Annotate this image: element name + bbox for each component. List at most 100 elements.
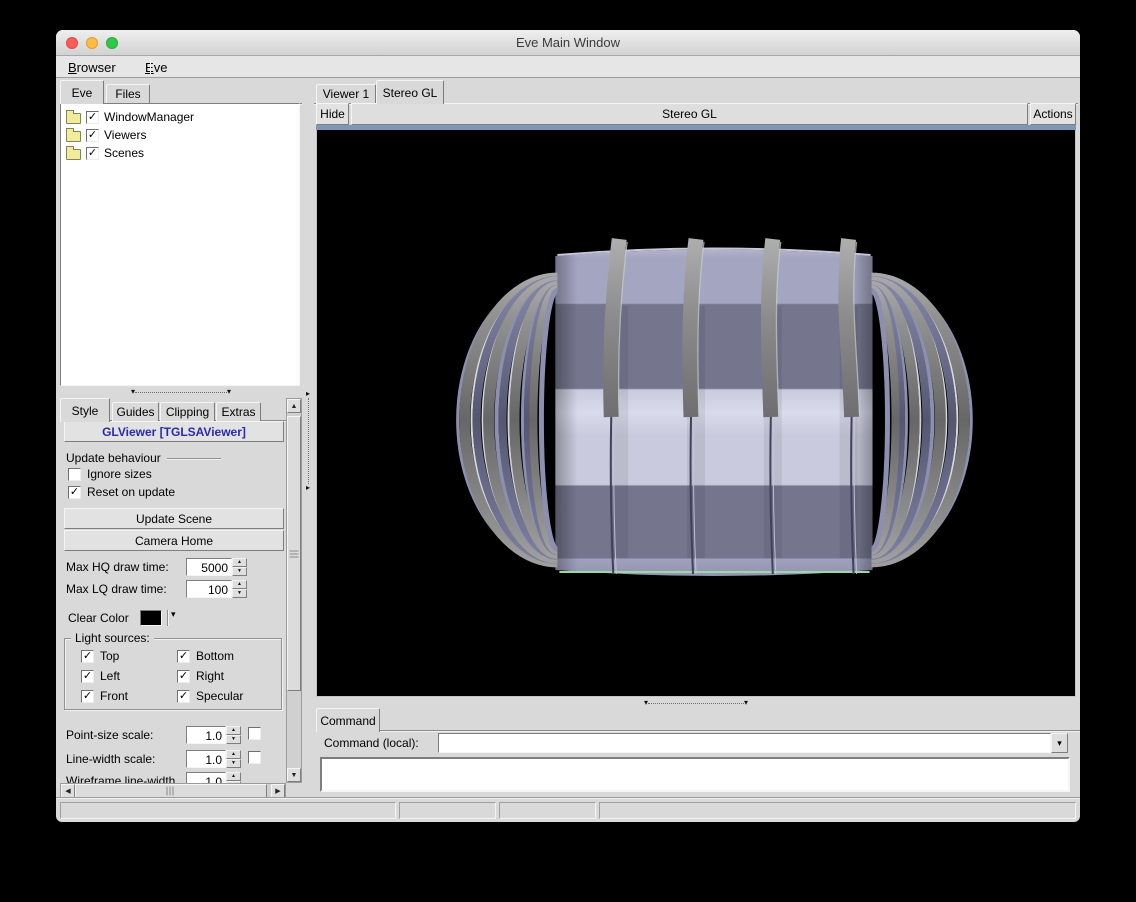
folder-icon — [66, 149, 81, 160]
color-dropdown-icon[interactable]: ▾ — [171, 609, 176, 620]
line-width-field[interactable]: 1.0 — [186, 750, 226, 768]
light-right-row: ✓ Right — [177, 669, 224, 683]
splitter-down-icon: ▾ — [227, 388, 231, 396]
light-sources-group: Light sources: ✓ Top ✓ Bottom ✓ Left ✓ R… — [64, 638, 282, 710]
light-bottom-label: Bottom — [196, 649, 234, 663]
scroll-left-icon[interactable]: ◀ — [61, 784, 75, 798]
spin-up-icon[interactable]: ▲ — [232, 558, 247, 567]
light-front-row: ✓ Front — [81, 689, 128, 703]
title-bar[interactable]: Eve Main Window — [56, 30, 1080, 56]
wireframe-label-row: Wireframe line-width — [66, 774, 175, 783]
spin-down-icon[interactable]: ▼ — [226, 759, 241, 768]
ignore-sizes-checkbox[interactable] — [68, 468, 81, 481]
scroll-down-icon[interactable]: ▼ — [287, 768, 301, 782]
scrollbar-thumb[interactable] — [75, 784, 267, 798]
splitter-dots — [308, 398, 309, 484]
line-width-label: Line-width scale: — [66, 752, 155, 766]
max-hq-label: Max HQ draw time: — [66, 560, 169, 574]
spin-down-icon[interactable]: ▼ — [232, 567, 247, 576]
tab-viewer1-label: Viewer 1 — [323, 87, 369, 101]
scrollbar-thumb[interactable] — [287, 416, 301, 691]
tab-files[interactable]: Files — [106, 84, 150, 103]
update-scene-label: Update Scene — [136, 512, 212, 526]
update-scene-button[interactable]: Update Scene — [64, 508, 284, 529]
spin-up-icon[interactable]: ▲ — [226, 772, 241, 781]
sidebar-viewer-splitter[interactable]: ▸ ▸ — [302, 386, 314, 496]
hide-button[interactable]: Hide — [316, 103, 349, 125]
spin-up-icon[interactable]: ▲ — [226, 726, 241, 735]
status-bar — [56, 797, 1080, 822]
tab-extras[interactable]: Extras — [216, 402, 261, 421]
reset-on-update-checkbox[interactable]: ✓ — [68, 486, 81, 499]
tab-guides[interactable]: Guides — [112, 402, 159, 421]
tab-clipping[interactable]: Clipping — [160, 402, 215, 421]
command-label-row: Command (local): — [324, 736, 419, 750]
point-size-checkbox[interactable] — [248, 727, 261, 740]
light-specular-checkbox[interactable]: ✓ — [177, 690, 190, 703]
max-hq-label-row: Max HQ draw time: — [66, 560, 169, 574]
command-input[interactable] — [438, 733, 1051, 753]
menu-eve[interactable]: Eve — [139, 59, 173, 76]
viewer-command-splitter[interactable]: ▾ ▾ — [316, 698, 1076, 708]
camera-home-button[interactable]: Camera Home — [64, 530, 284, 551]
tab-extras-label: Extras — [221, 405, 255, 419]
checkbox-windowmanager[interactable]: ✓ — [86, 111, 99, 124]
tab-style[interactable]: Style — [60, 398, 110, 422]
status-cell — [399, 802, 496, 819]
spin-up-icon[interactable]: ▲ — [226, 750, 241, 759]
folder-icon — [66, 131, 81, 142]
splitter-right-icon: ▸ — [306, 390, 310, 398]
tab-clipping-label: Clipping — [166, 405, 209, 419]
viewer-title-bar[interactable]: Stereo GL — [351, 103, 1028, 125]
max-lq-label: Max LQ draw time: — [66, 582, 167, 596]
wireframe-label: Wireframe line-width — [66, 774, 175, 783]
tab-viewer-1[interactable]: Viewer 1 — [316, 84, 376, 103]
wireframe-field[interactable]: 1.0 — [186, 772, 226, 783]
point-size-spinner: ▲ ▼ — [226, 726, 241, 744]
light-top-checkbox[interactable]: ✓ — [81, 650, 94, 663]
light-left-label: Left — [100, 669, 120, 683]
style-vertical-scrollbar[interactable]: ▲ ▼ — [286, 398, 302, 783]
camera-home-label: Camera Home — [135, 534, 213, 548]
update-behaviour-title: Update behaviour — [66, 451, 161, 465]
spin-up-icon[interactable]: ▲ — [232, 580, 247, 589]
sidebar-tabbar: Eve Files — [60, 80, 302, 104]
clear-color-swatch[interactable] — [140, 610, 162, 626]
tree-item-viewers[interactable]: ✓ Viewers — [63, 126, 297, 144]
gl-viewport[interactable] — [316, 130, 1076, 697]
light-front-checkbox[interactable]: ✓ — [81, 690, 94, 703]
scroll-up-icon[interactable]: ▲ — [287, 399, 301, 413]
light-top-row: ✓ Top — [81, 649, 119, 663]
reset-on-update-label: Reset on update — [87, 485, 175, 499]
spin-down-icon[interactable]: ▼ — [232, 589, 247, 598]
tab-command[interactable]: Command — [316, 708, 380, 732]
clear-color-label: Clear Color — [68, 611, 129, 625]
splitter-dots — [648, 703, 744, 704]
checkbox-viewers[interactable]: ✓ — [86, 129, 99, 142]
max-hq-field[interactable]: 5000 — [186, 558, 232, 576]
tab-files-label: Files — [115, 87, 140, 101]
scroll-right-icon[interactable]: ▶ — [271, 784, 285, 798]
tab-eve[interactable]: Eve — [60, 80, 104, 104]
detector-3d-render — [317, 130, 1075, 696]
light-sources-title: Light sources: — [71, 631, 154, 645]
ignore-sizes-row: Ignore sizes — [68, 467, 152, 481]
max-lq-field[interactable]: 100 — [186, 580, 232, 598]
tab-stereo-gl[interactable]: Stereo GL — [376, 80, 444, 104]
glviewer-button[interactable]: GLViewer [TGLSAViewer] — [64, 421, 284, 442]
tree-style-splitter[interactable]: ▾ ▾ — [60, 386, 302, 398]
spin-down-icon[interactable]: ▼ — [226, 735, 241, 744]
tree-item-windowmanager[interactable]: ✓ WindowManager — [63, 108, 297, 126]
light-right-checkbox[interactable]: ✓ — [177, 670, 190, 683]
light-left-checkbox[interactable]: ✓ — [81, 670, 94, 683]
combo-dropdown-icon[interactable]: ▾ — [1051, 733, 1068, 753]
line-width-checkbox[interactable] — [248, 751, 261, 764]
checkbox-scenes[interactable]: ✓ — [86, 147, 99, 160]
eve-main-window: Eve Main Window Browser Eve Eve Files ✓ … — [56, 30, 1080, 822]
menu-browser[interactable]: Browser — [62, 59, 122, 76]
actions-button[interactable]: Actions — [1030, 103, 1076, 125]
tree-item-label: WindowManager — [104, 110, 194, 124]
tree-item-scenes[interactable]: ✓ Scenes — [63, 144, 297, 162]
point-size-field[interactable]: 1.0 — [186, 726, 226, 744]
light-bottom-checkbox[interactable]: ✓ — [177, 650, 190, 663]
